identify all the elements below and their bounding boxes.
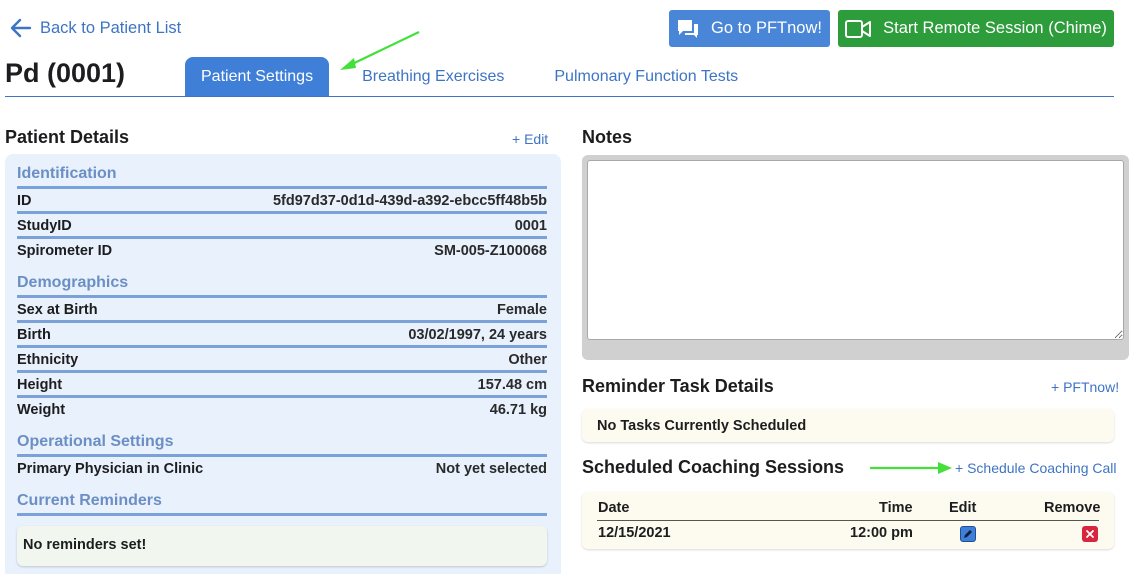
reminders-divider [17,513,547,516]
notes-container [582,155,1129,360]
back-to-patient-list-link[interactable]: Back to Patient List [10,18,181,38]
detail-value: 0001 [514,217,547,234]
tab-patient-settings[interactable]: Patient Settings [185,57,330,96]
arrow-left-icon [10,18,32,38]
identification-heading: Identification [17,165,117,182]
detail-value: Other [508,351,547,368]
edit-patient-details-link[interactable]: + Edit [512,131,548,147]
detail-value: 5fd97d37-0d1d-439d-a392-ebcc5ff48b5b [272,192,547,209]
reminder-task-details-title: Reminder Task Details [582,376,774,396]
detail-label: Sex at Birth [17,301,98,318]
detail-value: Female [497,301,547,318]
detail-label: Weight [17,401,66,418]
column-header-remove: Remove [1044,500,1101,516]
close-icon [1086,530,1094,538]
tasks-empty-message: No Tasks Currently Scheduled [582,409,1114,442]
detail-row-primary-physician: Primary Physician in Clinic Not yet sele… [17,454,547,479]
tab-breathing-exercises[interactable]: Breathing Exercises [345,57,521,96]
detail-label: StudyID [17,217,72,234]
demographics-heading: Demographics [17,274,129,291]
tab-pulmonary-function-tests[interactable]: Pulmonary Function Tests [537,57,755,96]
coaching-sessions-table: Date Time Edit Remove 12/15/2021 12:00 p… [582,492,1114,549]
detail-label: Spirometer ID [17,242,113,259]
column-header-edit: Edit [949,500,977,516]
edit-session-button[interactable] [960,526,976,542]
annotation-arrow-coaching [870,462,952,474]
detail-label: Ethnicity [17,351,79,368]
session-time: 12:00 pm [850,525,913,541]
detail-row-studyid: StudyID 0001 [17,211,547,236]
tab-divider [5,96,1114,97]
session-date: 12/15/2021 [598,525,671,541]
current-reminders-heading: Current Reminders [17,492,162,509]
detail-row-height: Height 157.48 cm [17,370,547,395]
detail-label: Primary Physician in Clinic [17,460,204,477]
operational-settings-heading: Operational Settings [17,433,174,450]
scheduled-coaching-sessions-title: Scheduled Coaching Sessions [582,457,845,477]
go-to-pftnow-button[interactable]: Go to PFTnow! [669,10,830,47]
detail-row-weight: Weight 46.71 kg [17,395,547,420]
detail-label: Height [17,376,63,393]
detail-row-birth: Birth 03/02/1997, 24 years [17,320,547,345]
detail-value: Not yet selected [435,460,547,477]
remove-session-button[interactable] [1082,526,1098,542]
schedule-coaching-call-link[interactable]: + Schedule Coaching Call [955,460,1117,476]
detail-label: Birth [17,326,51,343]
patient-title: Pd (0001) [5,58,126,88]
table-header-divider [597,520,1099,521]
detail-row-id: ID 5fd97d37-0d1d-439d-a392-ebcc5ff48b5b [17,186,547,211]
detail-row-spirometer-id: Spirometer ID SM-005-Z100068 [17,236,547,261]
tab-bar: Patient Settings Breathing Exercises Pul… [185,57,771,96]
column-header-date: Date [598,500,630,516]
detail-label: ID [17,192,32,209]
patient-details-title: Patient Details [5,127,130,147]
pftnow-button-label: Go to PFTnow! [711,19,822,37]
add-pftnow-task-link[interactable]: + PFTnow! [1051,379,1119,395]
chat-icon [678,19,699,38]
reminders-empty-message: No reminders set! [17,526,547,566]
column-header-time: Time [879,500,913,516]
detail-value: SM-005-Z100068 [434,242,547,259]
detail-value: 03/02/1997, 24 years [408,326,547,343]
detail-row-ethnicity: Ethnicity Other [17,345,547,370]
chime-button-label: Start Remote Session (Chime) [883,19,1107,37]
video-camera-icon [845,19,872,38]
pencil-icon [964,530,972,538]
notes-textarea[interactable] [587,160,1124,340]
start-remote-session-button[interactable]: Start Remote Session (Chime) [838,10,1114,47]
detail-value: 157.48 cm [477,376,547,393]
detail-row-sex-at-birth: Sex at Birth Female [17,295,547,320]
back-link-label: Back to Patient List [40,18,182,37]
detail-value: 46.71 kg [489,401,547,418]
notes-title: Notes [582,127,633,147]
